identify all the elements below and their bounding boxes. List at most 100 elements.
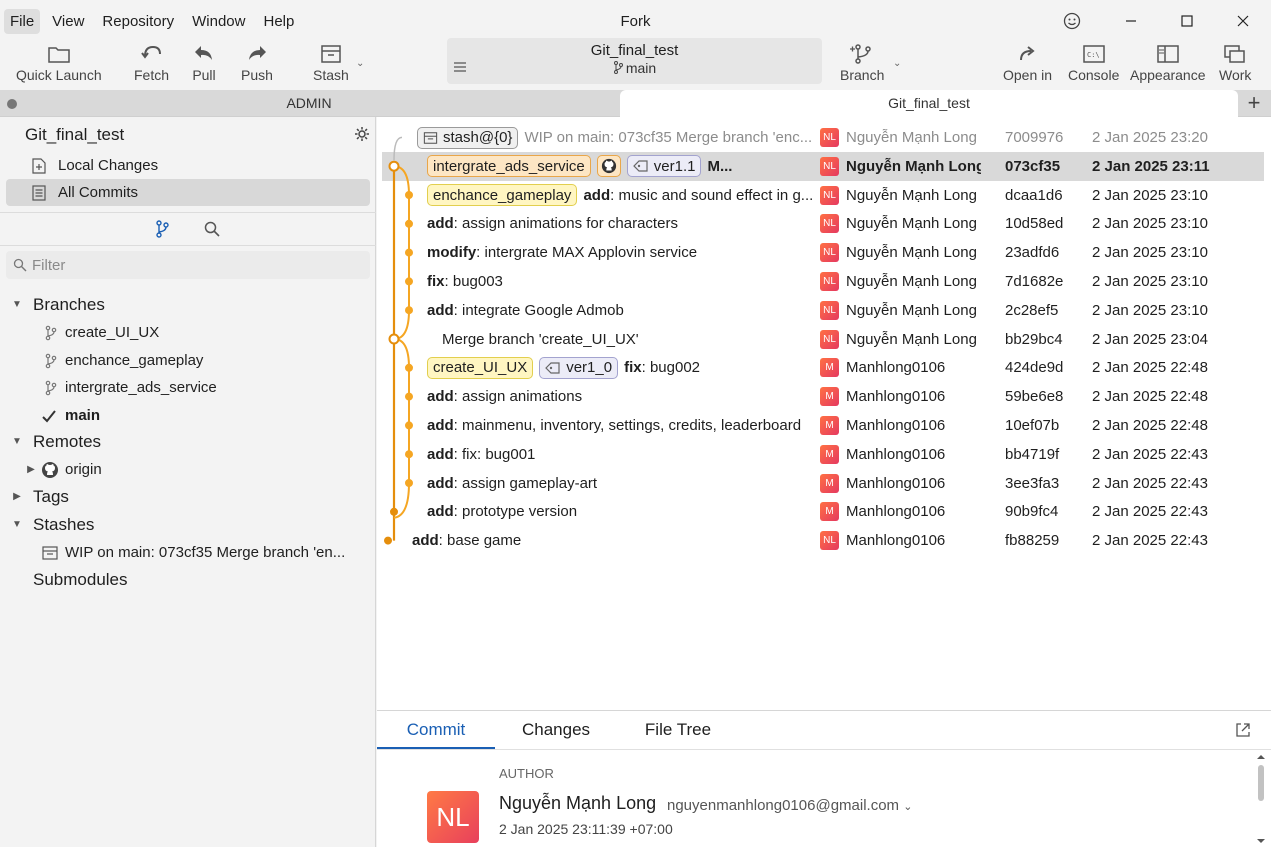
close-button[interactable] xyxy=(1215,0,1271,42)
commit-row[interactable]: modify: intergrate MAX Applovin service N… xyxy=(382,238,1264,267)
branch-item-create-ui-ux[interactable]: create_UI_UX xyxy=(0,319,376,346)
branch-label-badge[interactable]: intergrate_ads_service xyxy=(427,155,591,178)
commit-row[interactable]: stash@{0} WIP on main: 073cf35 Merge bran… xyxy=(382,123,1264,152)
github-icon xyxy=(42,461,58,478)
appearance-button[interactable]: Appearance xyxy=(1130,42,1206,83)
commit-row[interactable]: add: base game NL Manhlong0106 fb88259 2 Jan… xyxy=(382,526,1264,555)
tab-commit[interactable]: Commit xyxy=(377,711,495,749)
details-scrollbar[interactable] xyxy=(1255,751,1267,847)
stash-item[interactable]: WIP on main: 073cf35 Merge branch 'en... xyxy=(0,539,376,566)
tags-section[interactable]: ▶ Tags xyxy=(0,483,376,510)
commit-node xyxy=(405,363,413,372)
commit-row[interactable]: create_UI_UX ver1_0 fix: bug002 M Manhlong01… xyxy=(382,353,1264,382)
menu-file[interactable]: File xyxy=(4,8,41,34)
stash-button[interactable]: Stash xyxy=(313,42,349,83)
branch-label-badge[interactable]: enchance_gameplay xyxy=(427,184,578,207)
branch-item-main[interactable]: main xyxy=(0,402,376,429)
branch-item-intergrate-ads-service[interactable]: intergrate_ads_service xyxy=(0,374,376,401)
commit-hash: 10ef07b xyxy=(1005,417,1060,434)
new-tab-plus-icon[interactable]: + xyxy=(1242,92,1266,114)
commit-row[interactable]: add: assign animations M Manhlong0106 59be6… xyxy=(382,382,1264,411)
external-link-icon[interactable] xyxy=(1235,722,1251,738)
tag-badge[interactable]: ver1_0 xyxy=(539,356,619,379)
pull-button[interactable]: Pull xyxy=(191,42,217,83)
commit-date: 2 Jan 2025 23:10 xyxy=(1092,273,1208,290)
collapse-chevron-icon: ▼ xyxy=(12,519,22,530)
push-button[interactable]: Push xyxy=(241,42,273,83)
branches-view-icon[interactable] xyxy=(154,220,170,238)
workspace-button[interactable]: Work xyxy=(1219,42,1251,83)
filter-input[interactable] xyxy=(32,256,362,274)
maximize-button[interactable] xyxy=(1159,0,1215,42)
commit-row[interactable]: enchance_gameplay add: music and sound ef… xyxy=(382,181,1264,210)
tab-admin[interactable]: ADMIN xyxy=(0,90,618,117)
commit-row[interactable]: Merge branch 'create_UI_UX' NL Nguyễn Mạnh… xyxy=(382,325,1264,354)
menu-window[interactable]: Window xyxy=(186,9,251,34)
commit-row[interactable]: intergrate_ads_servicemainver1.1M...NLNg… xyxy=(382,151,1264,181)
console-button[interactable]: C:\ Console xyxy=(1068,42,1119,83)
merge-node xyxy=(388,333,400,345)
author-avatar: M xyxy=(820,444,839,464)
svg-text:C:\: C:\ xyxy=(1087,51,1100,59)
commit-subject: : fix: bug001 xyxy=(453,445,536,463)
commit-row[interactable]: fix: bug003 NL Nguyễn Mạnh Long 7d1682e 2 Ja… xyxy=(382,267,1264,296)
commit-message: modify: intergrate MAX Applovin service xyxy=(427,238,812,267)
commit-node xyxy=(405,450,413,459)
commit-row[interactable]: add: fix: bug001 M Manhlong0106 bb4719f 2 Ja… xyxy=(382,440,1264,469)
remotes-label: Remotes xyxy=(33,431,102,451)
commit-author: Manhlong0106 xyxy=(846,532,946,550)
commit-row[interactable]: add: mainmenu, inventory, settings, cred… xyxy=(382,411,1264,440)
fetch-button[interactable]: Fetch xyxy=(134,42,169,83)
github-remote-badge[interactable] xyxy=(596,155,621,178)
commit-hash: bb4719f xyxy=(1005,445,1060,463)
branch-chevron-down-icon[interactable]: ⌄ xyxy=(893,58,901,69)
open-in-button[interactable]: Open in xyxy=(1003,42,1052,83)
branch-icon xyxy=(850,44,871,64)
commit-graph xyxy=(384,136,413,545)
search-icon[interactable] xyxy=(204,221,220,239)
branches-section[interactable]: ▼ Branches xyxy=(0,291,376,318)
commit-row[interactable]: add: assign animations for characters NL N… xyxy=(382,209,1264,238)
tab-changes[interactable]: Changes xyxy=(503,711,609,749)
menu-help[interactable]: Help xyxy=(257,9,300,34)
branch-label-badge[interactable]: create_UI_UX xyxy=(427,356,534,379)
branch-icon xyxy=(45,325,57,340)
repository-selector[interactable]: Git_final_test main xyxy=(447,38,822,84)
stash-graph-edge xyxy=(393,136,403,161)
pull-icon xyxy=(195,46,212,60)
sidebar-divider xyxy=(0,212,376,213)
remote-item-origin[interactable]: ▶ origin xyxy=(0,456,376,483)
quick-launch-button[interactable]: Quick Launch xyxy=(16,42,102,83)
commit-hash: 073cf35 xyxy=(1005,157,1061,175)
stash-chevron-down-icon[interactable]: ⌄ xyxy=(356,58,364,69)
menu-repository[interactable]: Repository xyxy=(96,9,180,34)
tab-file-tree[interactable]: File Tree xyxy=(629,711,727,749)
tab-git-final-test[interactable]: Git_final_test xyxy=(620,90,1238,117)
commit-row[interactable]: add: assign gameplay-art M Manhlong0106 3ee… xyxy=(382,469,1264,498)
console-label: Console xyxy=(1068,67,1120,83)
menu-view[interactable]: View xyxy=(46,9,90,34)
stashes-section[interactable]: ▼ Stashes xyxy=(0,511,376,538)
scrollbar-thumb[interactable] xyxy=(1258,765,1264,801)
commit-date: 2 Jan 2025 22:48 xyxy=(1092,417,1208,434)
commit-author: Nguyễn Mạnh Long xyxy=(846,157,981,175)
branch-item-enchance-gameplay[interactable]: enchance_gameplay xyxy=(0,347,376,374)
tag-badge[interactable]: ver1.1 xyxy=(626,155,702,178)
feedback-smiley-icon[interactable] xyxy=(1063,12,1081,30)
filter-field[interactable] xyxy=(6,251,370,279)
commit-row[interactable]: add: integrate Google Admob NL Nguyễn Mạnh… xyxy=(382,296,1264,325)
branches-label: Branches xyxy=(33,294,105,314)
author-email-text: nguyenmanhlong0106@gmail.com xyxy=(667,797,900,814)
sidebar-local-changes[interactable]: Local Changes xyxy=(6,152,370,179)
sidebar-all-commits[interactable]: All Commits xyxy=(6,179,370,206)
commit-list[interactable]: stash@{0} WIP on main: 073cf35 Merge bran… xyxy=(377,117,1271,710)
gear-icon[interactable] xyxy=(354,126,370,142)
commit-message: add: prototype version xyxy=(427,497,812,526)
commit-row[interactable]: add: prototype version M Manhlong0106 90b9f… xyxy=(382,497,1264,526)
author-email[interactable]: nguyenmanhlong0106@gmail.com ⌄ xyxy=(667,797,912,814)
commit-author: Nguyễn Mạnh Long xyxy=(846,186,977,204)
minimize-button[interactable] xyxy=(1103,0,1159,42)
submodules-section[interactable]: Submodules xyxy=(0,566,376,593)
remotes-section[interactable]: ▼ Remotes xyxy=(0,428,376,455)
branch-button[interactable]: Branch xyxy=(840,42,884,83)
